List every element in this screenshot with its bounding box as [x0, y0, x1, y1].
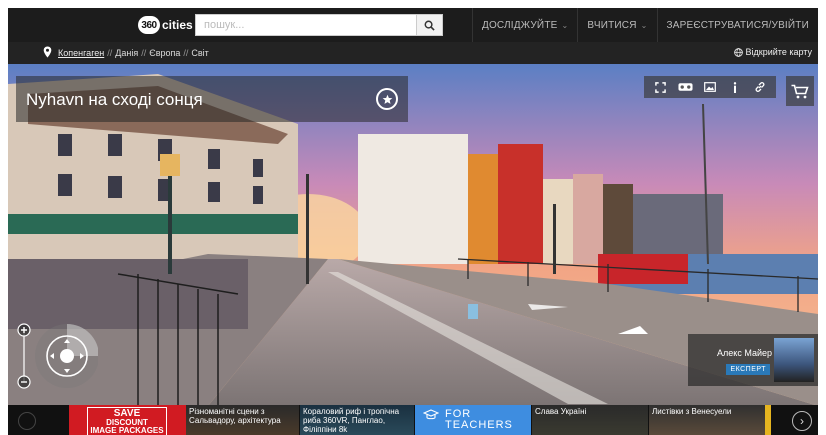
top-navigation-bar: 360 cities ДОСЛІДЖУЙТЕ⌄ ВЧИТИСЯ⌄ ЗАРЕЄСТ…	[8, 8, 818, 42]
logo-badge: 360	[138, 16, 160, 34]
thumb-label: Кораловий риф і тропічна риба 360VR, Пан…	[303, 407, 400, 434]
thumb-venezuela-postcards[interactable]: Листівки з Венесуели	[649, 405, 765, 435]
panorama-viewer[interactable]: Nyhavn на сході сонця Алекс Майер ЕКСПЕР…	[8, 64, 818, 406]
search-icon	[424, 20, 435, 31]
breadcrumb: Копенгаген // Данія // Європа // Світ	[58, 48, 209, 58]
expert-badge: ЕКСПЕРТ	[726, 364, 770, 375]
vr-button[interactable]	[676, 79, 694, 95]
nav-explore[interactable]: ДОСЛІДЖУЙТЕ ⌄	[471, 8, 577, 42]
breadcrumb-country[interactable]: Данія	[115, 48, 138, 58]
thumb-label: Листівки з Венесуели	[652, 407, 732, 416]
info-button[interactable]	[726, 79, 744, 95]
open-map-label: Відкрийте карту	[745, 47, 812, 57]
author-avatar	[774, 338, 814, 382]
thumb-label: Слава Україні	[535, 407, 587, 416]
fullscreen-icon	[655, 81, 666, 93]
search-input[interactable]	[195, 14, 417, 36]
discount-ad-box: SAVE DISCOUNT IMAGE PACKAGES	[87, 407, 167, 435]
thumb-label: Різноманітні сцени з Сальвадору, архітек…	[189, 407, 281, 425]
image-icon	[704, 82, 716, 92]
breadcrumb-separator: //	[141, 48, 147, 58]
thumb-coral-reef[interactable]: Кораловий риф і тропічна риба 360VR, Пан…	[300, 405, 414, 435]
location-pin-icon	[43, 46, 52, 58]
nav-learn-label: ВЧИТИСЯ	[587, 19, 637, 31]
chevron-down-icon: ⌄	[561, 20, 569, 30]
breadcrumb-world[interactable]: Світ	[191, 48, 208, 58]
thumb-glory-ukraine[interactable]: Слава Україні	[532, 405, 648, 435]
chevron-down-icon: ⌄	[640, 20, 648, 30]
discount-ad[interactable]: SAVE DISCOUNT IMAGE PACKAGES	[69, 405, 186, 435]
zoom-out-button[interactable]	[17, 375, 31, 389]
related-panoramas-strip: SAVE DISCOUNT IMAGE PACKAGES Різноманітн…	[8, 405, 818, 435]
star-icon	[382, 94, 392, 104]
link-button[interactable]	[751, 79, 769, 95]
cart-icon	[791, 84, 809, 98]
vr-headset-icon	[678, 83, 693, 91]
author-card[interactable]: Алекс Майер ЕКСПЕРТ	[688, 334, 818, 386]
breadcrumb-separator: //	[107, 48, 113, 58]
strip-next-button[interactable]: ›	[792, 411, 812, 431]
info-icon	[733, 81, 736, 93]
cart-button[interactable]	[786, 76, 814, 106]
pan-control[interactable]	[35, 324, 99, 388]
nav-signup-login[interactable]: ЗАРЕЄСТРУВАТИСЯ/УВІЙТИ	[656, 8, 818, 42]
viewer-toolbar	[644, 76, 776, 98]
breadcrumb-continent[interactable]: Європа	[149, 48, 180, 58]
site-logo[interactable]: 360 cities	[138, 16, 193, 34]
strip-prev-button[interactable]	[18, 412, 36, 430]
image-button[interactable]	[701, 79, 719, 95]
panorama-title: Nyhavn на сході сонця	[26, 90, 203, 109]
thumb-salvador[interactable]: Різноманітні сцени з Сальвадору, архітек…	[186, 405, 299, 435]
main-nav: ДОСЛІДЖУЙТЕ ⌄ ВЧИТИСЯ ⌄ ЗАРЕЄСТРУВАТИСЯ/УВ…	[471, 8, 818, 42]
panorama-title-box: Nyhavn на сході сонця	[16, 76, 408, 122]
zoom-in-button[interactable]	[17, 323, 31, 337]
search-button[interactable]	[417, 14, 443, 36]
ad-line-3: IMAGE PACKAGES	[90, 426, 164, 435]
globe-icon	[733, 47, 743, 57]
teachers-line-2: TEACHERS	[445, 419, 513, 431]
for-teachers-banner[interactable]: FOR TEACHERS	[415, 405, 531, 435]
chevron-right-icon: ›	[800, 414, 804, 428]
thumb-partial[interactable]	[765, 405, 771, 435]
favorite-button[interactable]	[376, 88, 398, 110]
nav-learn[interactable]: ВЧИТИСЯ ⌄	[577, 8, 656, 42]
graduation-cap-icon	[423, 409, 439, 420]
open-map-link[interactable]: Відкрийте карту	[733, 47, 812, 57]
nav-signup-label: ЗАРЕЄСТРУВАТИСЯ/УВІЙТИ	[666, 19, 809, 31]
breadcrumb-bar: Копенгаген // Данія // Європа // Світ Ві…	[8, 42, 818, 64]
logo-text: cities	[162, 18, 193, 32]
link-icon	[755, 82, 765, 92]
breadcrumb-separator: //	[183, 48, 189, 58]
breadcrumb-city[interactable]: Копенгаген	[58, 48, 104, 58]
fullscreen-button[interactable]	[651, 79, 669, 95]
author-name: Алекс Майер	[717, 348, 772, 358]
navigation-control[interactable]	[12, 320, 99, 401]
nav-explore-label: ДОСЛІДЖУЙТЕ	[481, 19, 558, 31]
